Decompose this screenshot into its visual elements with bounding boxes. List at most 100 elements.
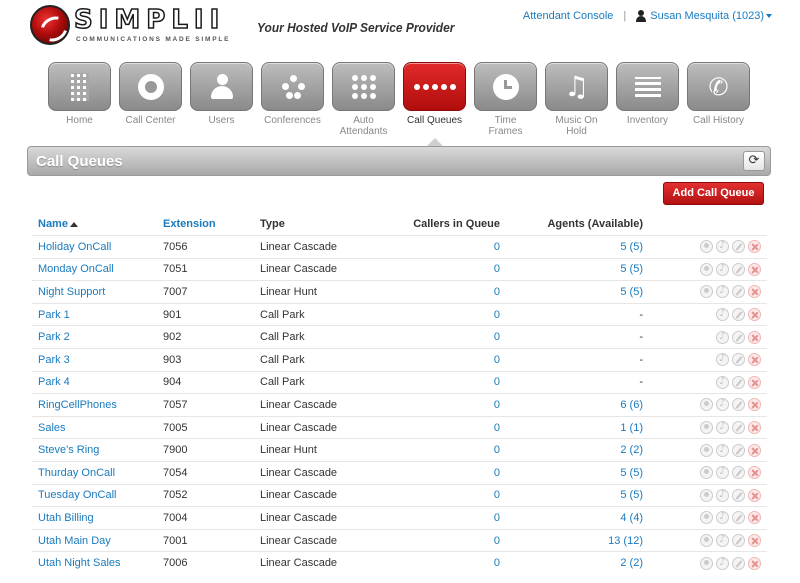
agents-action-icon[interactable] [700,488,713,502]
nav-item-time-frames[interactable]: Time Frames [474,62,537,137]
agents-available[interactable]: 5 (5) [500,241,643,253]
edit-action-icon[interactable] [732,443,745,457]
queue-name-link[interactable]: Monday OnCall [32,263,157,275]
nav-item-music-on-hold[interactable]: ♫ Music On Hold [545,62,608,137]
edit-action-icon[interactable] [732,534,745,548]
edit-action-icon[interactable] [732,308,745,322]
music-on-hold-action-icon[interactable] [716,262,729,276]
callers-in-queue-link[interactable]: 0 [374,399,500,411]
music-on-hold-action-icon[interactable] [716,353,729,367]
music-on-hold-action-icon[interactable] [716,511,729,525]
nav-tile-conferences[interactable] [261,62,324,111]
queue-name-link[interactable]: Park 1 [32,309,157,321]
edit-action-icon[interactable] [732,466,745,480]
queue-name-link[interactable]: Utah Main Day [32,535,157,547]
music-on-hold-action-icon[interactable] [716,330,729,344]
nav-tile-auto-attendants[interactable] [332,62,395,111]
callers-in-queue-link[interactable]: 0 [374,512,500,524]
queue-name-link[interactable]: Thurday OnCall [32,467,157,479]
music-on-hold-action-icon[interactable] [716,308,729,322]
nav-tile-home[interactable] [48,62,111,111]
queue-name-link[interactable]: Park 4 [32,376,157,388]
nav-tile-inventory[interactable] [616,62,679,111]
delete-action-icon[interactable] [748,556,761,570]
delete-action-icon[interactable] [748,330,761,344]
column-header-name[interactable]: Name [32,218,157,230]
edit-action-icon[interactable] [732,240,745,254]
agents-action-icon[interactable] [700,511,713,525]
delete-action-icon[interactable] [748,308,761,322]
edit-action-icon[interactable] [732,353,745,367]
nav-tile-call-queues[interactable] [403,62,466,111]
nav-item-conferences[interactable]: Conferences [261,62,324,137]
delete-action-icon[interactable] [748,443,761,457]
nav-item-users[interactable]: Users [190,62,253,137]
agents-available[interactable]: 5 (5) [500,286,643,298]
queue-name-link[interactable]: Utah Night Sales [32,557,157,569]
queue-name-link[interactable]: Sales [32,422,157,434]
edit-action-icon[interactable] [732,421,745,435]
queue-name-link[interactable]: RingCellPhones [32,399,157,411]
delete-action-icon[interactable] [748,488,761,502]
delete-action-icon[interactable] [748,240,761,254]
callers-in-queue-link[interactable]: 0 [374,241,500,253]
edit-action-icon[interactable] [732,262,745,276]
queue-name-link[interactable]: Park 3 [32,354,157,366]
agents-action-icon[interactable] [700,466,713,480]
queue-name-link[interactable]: Night Support [32,286,157,298]
agents-available[interactable]: 1 (1) [500,422,643,434]
nav-tile-time-frames[interactable] [474,62,537,111]
queue-name-link[interactable]: Tuesday OnCall [32,489,157,501]
edit-action-icon[interactable] [732,330,745,344]
callers-in-queue-link[interactable]: 0 [374,422,500,434]
agents-action-icon[interactable] [700,240,713,254]
music-on-hold-action-icon[interactable] [716,375,729,389]
nav-tile-call-center[interactable] [119,62,182,111]
agents-available[interactable]: 5 (5) [500,489,643,501]
nav-item-auto-attendants[interactable]: Auto Attendants [332,62,395,137]
callers-in-queue-link[interactable]: 0 [374,444,500,456]
nav-item-call-queues[interactable]: Call Queues [403,62,466,137]
nav-item-call-center[interactable]: Call Center [119,62,182,137]
delete-action-icon[interactable] [748,398,761,412]
music-on-hold-action-icon[interactable] [716,443,729,457]
queue-name-link[interactable]: Park 2 [32,331,157,343]
agents-action-icon[interactable] [700,285,713,299]
callers-in-queue-link[interactable]: 0 [374,309,500,321]
agents-available[interactable]: 4 (4) [500,512,643,524]
delete-action-icon[interactable] [748,353,761,367]
agents-action-icon[interactable] [700,398,713,412]
delete-action-icon[interactable] [748,285,761,299]
music-on-hold-action-icon[interactable] [716,421,729,435]
callers-in-queue-link[interactable]: 0 [374,286,500,298]
queue-name-link[interactable]: Steve's Ring [32,444,157,456]
callers-in-queue-link[interactable]: 0 [374,376,500,388]
music-on-hold-action-icon[interactable] [716,240,729,254]
edit-action-icon[interactable] [732,285,745,299]
delete-action-icon[interactable] [748,262,761,276]
nav-item-home[interactable]: Home [48,62,111,137]
agents-available[interactable]: 13 (12) [500,535,643,547]
nav-item-inventory[interactable]: Inventory [616,62,679,137]
agents-available[interactable]: 5 (5) [500,467,643,479]
music-on-hold-action-icon[interactable] [716,534,729,548]
callers-in-queue-link[interactable]: 0 [374,467,500,479]
callers-in-queue-link[interactable]: 0 [374,535,500,547]
callers-in-queue-link[interactable]: 0 [374,354,500,366]
music-on-hold-action-icon[interactable] [716,466,729,480]
delete-action-icon[interactable] [748,534,761,548]
music-on-hold-action-icon[interactable] [716,488,729,502]
add-call-queue-button[interactable]: Add Call Queue [663,182,764,205]
music-on-hold-action-icon[interactable] [716,285,729,299]
attendant-console-link[interactable]: Attendant Console [523,10,614,22]
delete-action-icon[interactable] [748,511,761,525]
agents-action-icon[interactable] [700,534,713,548]
edit-action-icon[interactable] [732,511,745,525]
callers-in-queue-link[interactable]: 0 [374,557,500,569]
agents-available[interactable]: 6 (6) [500,399,643,411]
agents-available[interactable]: 2 (2) [500,444,643,456]
agents-available[interactable]: 5 (5) [500,263,643,275]
refresh-button[interactable]: ⟳ [743,151,765,171]
nav-tile-call-history[interactable]: ✆ [687,62,750,111]
nav-tile-users[interactable] [190,62,253,111]
